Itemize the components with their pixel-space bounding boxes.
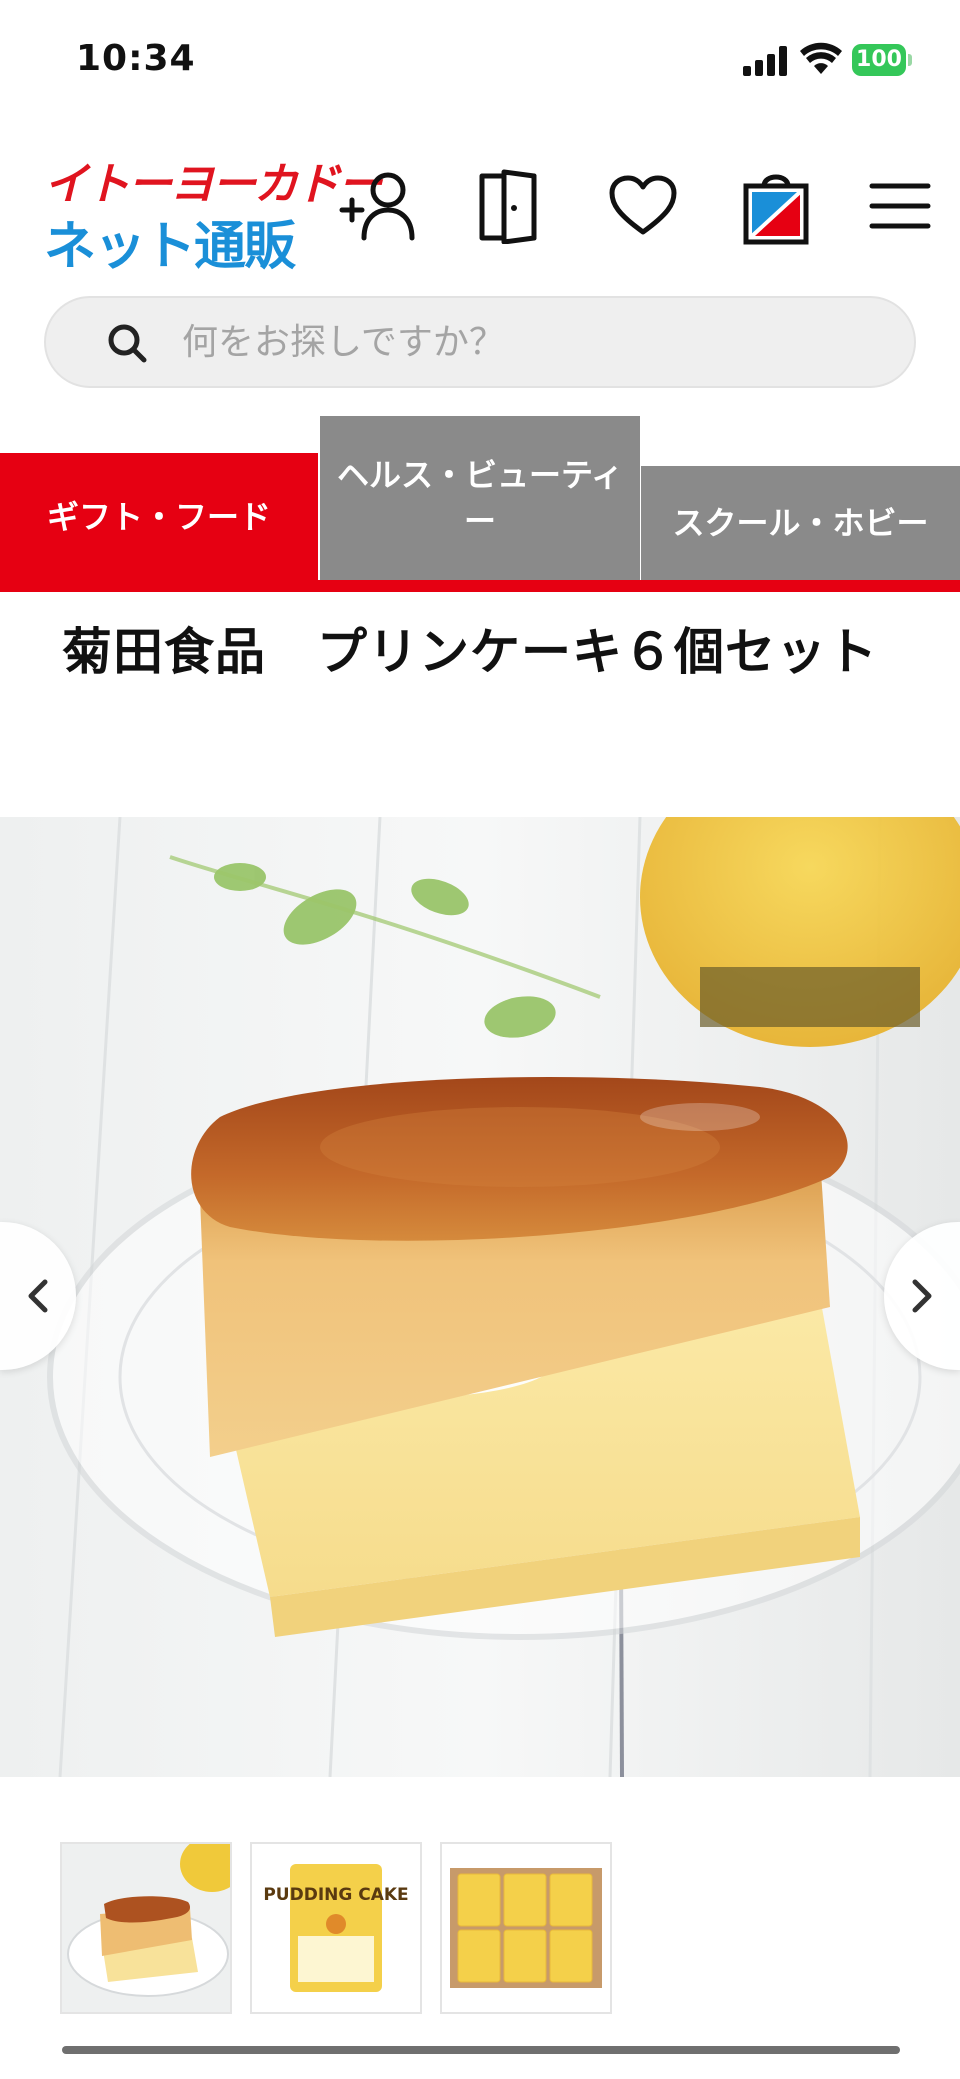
chevron-left-icon [28, 1279, 48, 1313]
thumbnail-plate-image [62, 1844, 230, 2012]
search-bar[interactable] [44, 296, 916, 388]
product-main-image[interactable] [0, 817, 960, 1777]
thumbnail-package-image: PUDDING CAKE [252, 1844, 420, 2012]
chevron-right-icon [912, 1279, 932, 1313]
thumbnail-1[interactable] [60, 1842, 232, 2014]
thumbnail-3[interactable] [440, 1842, 612, 2014]
add-account-icon[interactable] [338, 168, 424, 244]
product-title: 菊田食品 プリンケーキ６個セット [62, 623, 878, 681]
login-door-icon[interactable] [474, 168, 548, 244]
battery-icon: 100 [852, 44, 912, 76]
logo-line1: イトーヨーカドー [44, 159, 382, 210]
thumbnail-box-image [442, 1844, 610, 2012]
status-time: 10:34 [76, 38, 196, 79]
category-underline [0, 580, 960, 592]
tab-school-hobby[interactable]: スクール・ホビー [641, 466, 960, 580]
status-bar: 10:34 100 [0, 0, 960, 120]
tab-label: ギフト・フード [46, 497, 271, 536]
tab-label: スクール・ホビー [672, 504, 929, 542]
thumbnail-scrollbar[interactable] [62, 2046, 900, 2054]
tab-health-beauty[interactable]: ヘルス・ビューティー [320, 416, 640, 580]
pudding-cake-photo [0, 817, 960, 1777]
search-icon [108, 324, 147, 363]
site-logo[interactable]: イトーヨーカドー ネット通販 [44, 148, 382, 277]
shopping-bag-icon[interactable] [740, 168, 812, 245]
cellular-signal-icon [743, 46, 789, 76]
tab-gift-food[interactable]: ギフト・フード [0, 453, 318, 580]
wifi-icon [800, 42, 842, 74]
tab-label: ヘルス・ビューティー [336, 456, 624, 540]
package-label: PUDDING CAKE [263, 1885, 408, 1905]
thumbnail-2[interactable]: PUDDING CAKE [250, 1842, 422, 2014]
hamburger-menu-icon[interactable] [868, 168, 932, 244]
favorite-heart-icon[interactable] [608, 168, 678, 244]
logo-line2: ネット通販 [44, 217, 296, 277]
battery-level: 100 [852, 44, 906, 76]
search-input[interactable] [182, 298, 882, 386]
